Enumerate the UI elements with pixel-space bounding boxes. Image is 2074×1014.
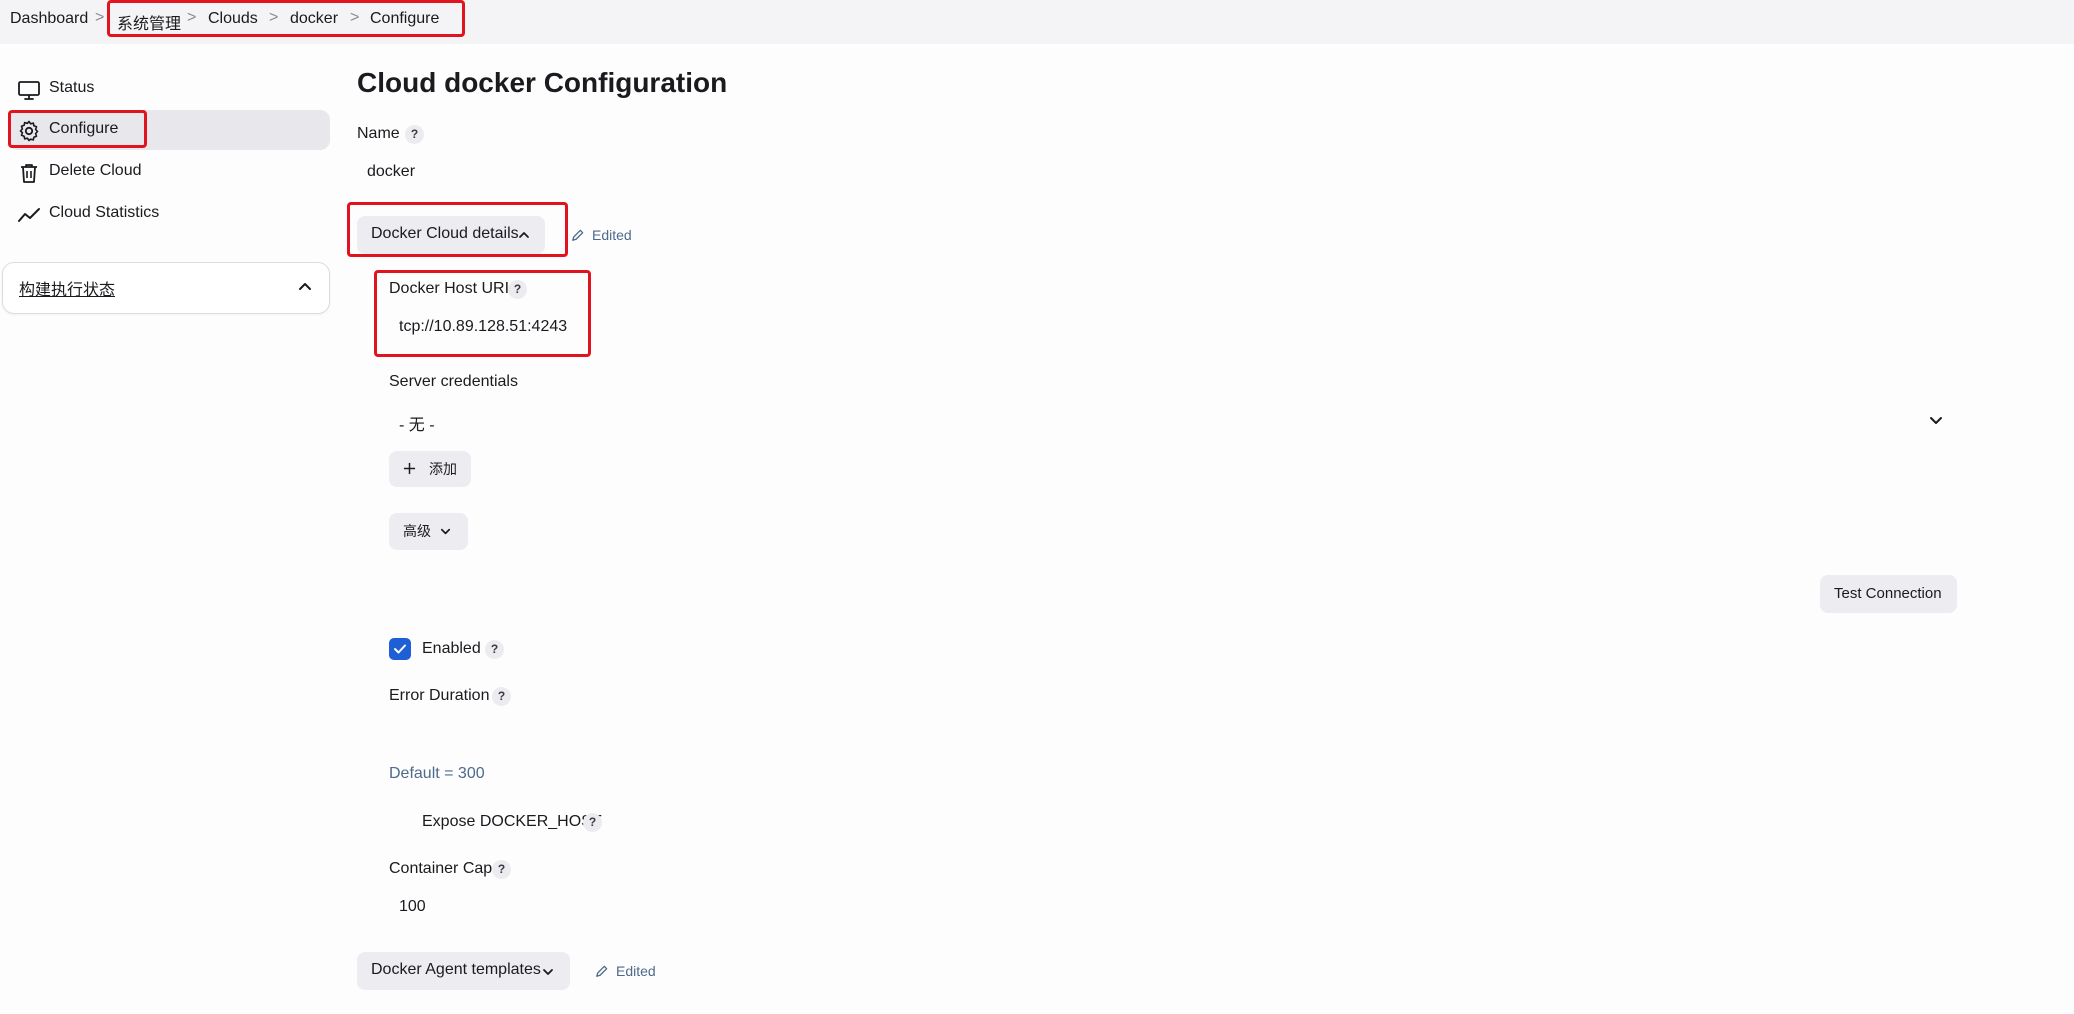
- chevron-down-icon: [440, 528, 451, 535]
- chevron-down-icon: [543, 969, 553, 975]
- checkmark-icon: [394, 644, 406, 654]
- add-credentials-button[interactable]: 添加: [389, 451, 471, 487]
- plus-icon: [403, 462, 416, 475]
- breadcrumb-docker[interactable]: docker: [290, 10, 338, 28]
- server-credentials-value: - 无 -: [399, 417, 435, 434]
- docker-agent-templates-button[interactable]: Docker Agent templates: [357, 952, 570, 990]
- docker-host-uri-help-icon[interactable]: ?: [508, 280, 527, 299]
- edited-indicator: Edited: [570, 227, 650, 247]
- error-duration-label: Error Duration: [389, 687, 490, 704]
- add-credentials-label: 添加: [429, 461, 457, 477]
- error-duration-default-hint: Default = 300: [389, 765, 485, 782]
- breadcrumb-separator: >: [187, 9, 197, 26]
- breadcrumb-separator: >: [269, 9, 279, 26]
- pencil-icon: [596, 965, 608, 977]
- chevron-down-icon: [1930, 417, 1942, 424]
- trend-line-icon: [18, 208, 40, 222]
- chevron-up-icon[interactable]: [297, 279, 313, 295]
- build-executor-status-link[interactable]: 构建执行状态: [19, 276, 115, 300]
- breadcrumb-separator: >: [95, 9, 105, 26]
- test-connection-button[interactable]: Test Connection: [1820, 575, 1957, 613]
- chevron-up-icon: [519, 232, 529, 238]
- enabled-checkbox[interactable]: [389, 638, 411, 660]
- sidebar-item-label: Status: [49, 79, 95, 96]
- docker-cloud-details-button[interactable]: Docker Cloud details: [357, 216, 545, 254]
- pencil-icon: [572, 229, 584, 241]
- page-title: Cloud docker Configuration: [357, 67, 728, 98]
- sidebar-item-configure[interactable]: Configure: [8, 110, 330, 150]
- breadcrumb-dashboard[interactable]: Dashboard: [10, 10, 88, 28]
- advanced-button[interactable]: 高级: [389, 513, 468, 550]
- agent-templates-edited-indicator: Edited: [594, 963, 674, 983]
- breadcrumb: Dashboard > 系统管理 > Clouds > docker > Con…: [0, 0, 2074, 44]
- expose-docker-host-help-icon[interactable]: ?: [583, 813, 602, 832]
- server-credentials-select[interactable]: - 无 -: [390, 402, 1956, 438]
- sidebar-item-label: Configure: [49, 120, 119, 137]
- container-cap-label: Container Cap: [389, 860, 493, 877]
- sidebar-item-label: Cloud Statistics: [49, 204, 160, 221]
- monitor-icon: [18, 81, 40, 100]
- breadcrumb-configure[interactable]: Configure: [370, 10, 439, 28]
- error-duration-help-icon[interactable]: ?: [492, 687, 511, 706]
- expose-docker-host-label: Expose DOCKER_HOST: [422, 813, 602, 830]
- docker-host-uri-label: Docker Host URI: [389, 280, 510, 297]
- edited-label: Edited: [592, 227, 632, 243]
- docker-host-uri-field[interactable]: tcp://10.89.128.51:4243: [399, 318, 567, 336]
- container-cap-help-icon[interactable]: ?: [492, 860, 511, 879]
- container-cap-field[interactable]: 100: [399, 898, 426, 916]
- breadcrumb-separator: >: [350, 9, 360, 26]
- error-duration-field[interactable]: [389, 718, 689, 752]
- sidebar-item-status[interactable]: Status: [8, 69, 330, 109]
- sidebar-item-delete-cloud[interactable]: Delete Cloud: [8, 152, 330, 192]
- sidebar-item-label: Delete Cloud: [49, 162, 142, 179]
- name-label: Name: [357, 125, 400, 142]
- docker-agent-templates-label: Docker Agent templates: [371, 961, 541, 978]
- sidebar-item-cloud-statistics[interactable]: Cloud Statistics: [8, 194, 330, 234]
- name-field[interactable]: docker: [367, 163, 415, 181]
- docker-cloud-details-label: Docker Cloud details: [371, 225, 519, 242]
- test-connection-label: Test Connection: [1834, 585, 1942, 602]
- breadcrumb-clouds[interactable]: Clouds: [208, 10, 258, 28]
- gear-icon: [19, 120, 39, 142]
- trash-icon: [21, 164, 37, 183]
- breadcrumb-system-management[interactable]: 系统管理: [117, 10, 181, 34]
- advanced-label: 高级: [403, 523, 431, 539]
- enabled-help-icon[interactable]: ?: [485, 640, 504, 659]
- enabled-label: Enabled: [422, 640, 481, 657]
- name-help-icon[interactable]: ?: [405, 125, 424, 144]
- build-executor-status-panel: 构建执行状态: [2, 262, 330, 314]
- edited-label: Edited: [616, 963, 656, 979]
- server-credentials-label: Server credentials: [389, 373, 518, 390]
